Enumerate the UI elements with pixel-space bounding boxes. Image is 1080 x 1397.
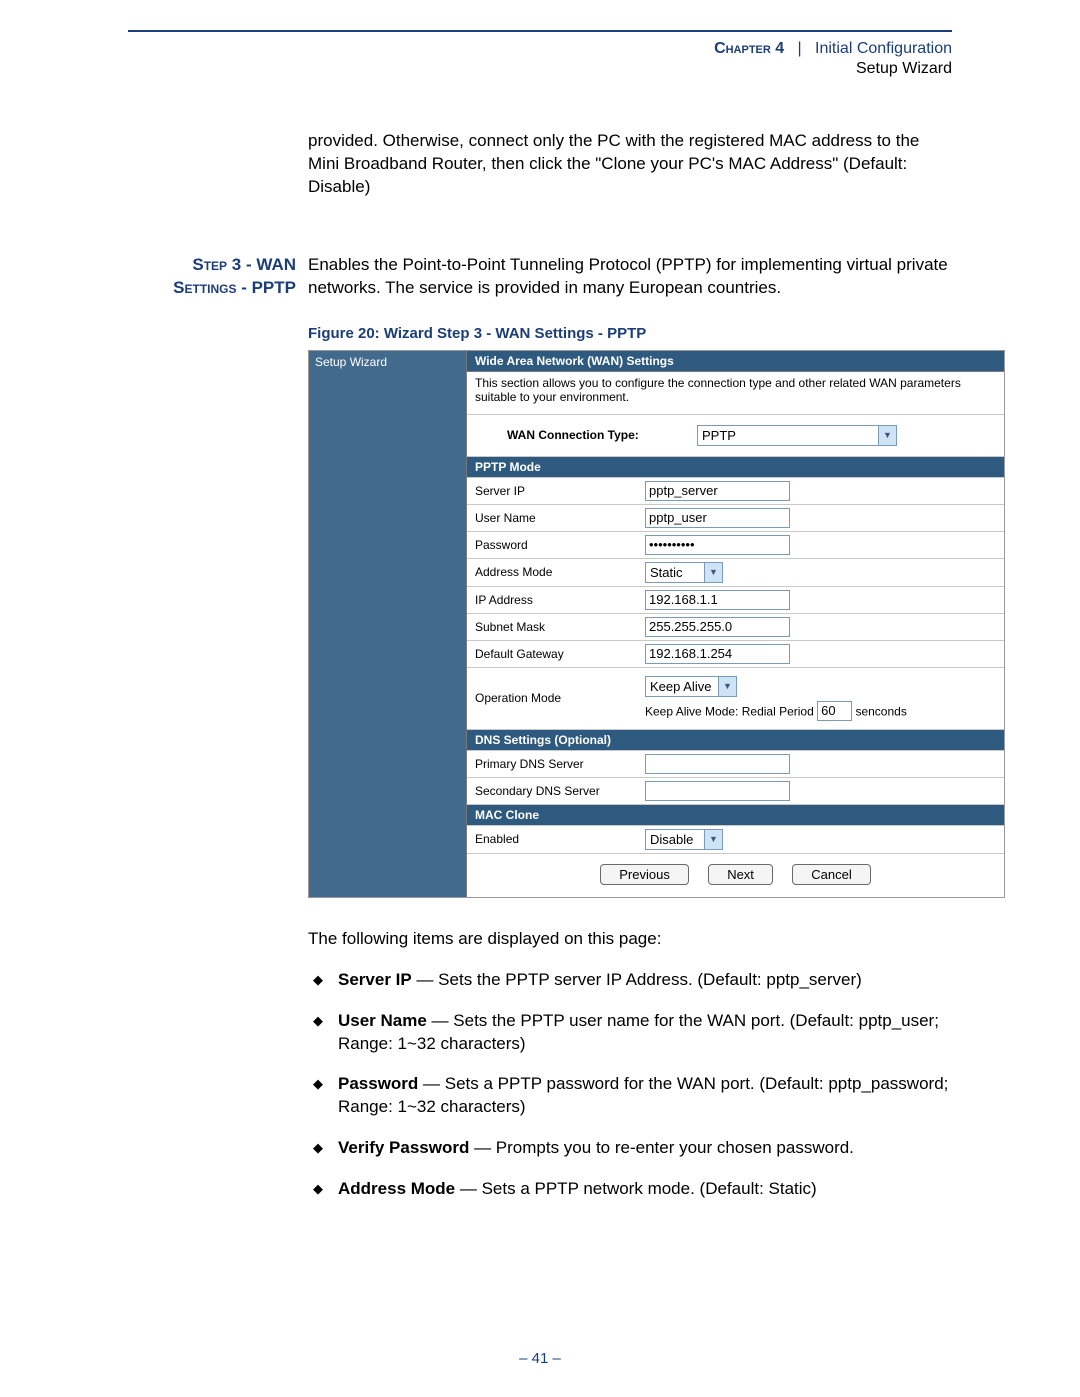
section-heading-line1: Step 3 - WAN: [192, 255, 296, 274]
item-desc: — Prompts you to re-enter your chosen pa…: [469, 1138, 854, 1157]
chevron-down-icon: ▼: [718, 677, 736, 696]
user-name-label: User Name: [475, 511, 645, 525]
chapter-title: Initial Configuration: [815, 40, 952, 57]
item-desc: — Sets the PPTP user name for the WAN po…: [338, 1011, 939, 1053]
pptp-mode-header: PPTP Mode: [467, 457, 1004, 478]
redial-period-text2: senconds: [852, 704, 907, 718]
item-desc: — Sets the PPTP server IP Address. (Defa…: [412, 970, 862, 989]
ip-address-label: IP Address: [475, 593, 645, 607]
wizard-sidebar: Setup Wizard: [309, 351, 467, 897]
wizard-screenshot: Setup Wizard Wide Area Network (WAN) Set…: [308, 350, 1005, 898]
wan-connection-type-value: PPTP: [698, 428, 878, 443]
mac-enabled-label: Enabled: [475, 832, 645, 846]
ip-address-input[interactable]: [645, 590, 790, 610]
wan-connection-type-label: WAN Connection Type:: [507, 428, 697, 442]
section-heading: Step 3 - WAN Settings - PPTP: [128, 254, 308, 300]
list-item: Server IP — Sets the PPTP server IP Addr…: [308, 969, 952, 992]
operation-mode-select[interactable]: Keep Alive ▼: [645, 676, 737, 697]
secondary-dns-input[interactable]: [645, 781, 790, 801]
mac-enabled-select[interactable]: Disable ▼: [645, 829, 723, 850]
items-intro: The following items are displayed on thi…: [308, 928, 952, 951]
operation-mode-value: Keep Alive: [646, 679, 718, 694]
primary-dns-label: Primary DNS Server: [475, 757, 645, 771]
list-item: Password — Sets a PPTP password for the …: [308, 1073, 952, 1119]
default-gateway-input[interactable]: [645, 644, 790, 664]
operation-mode-label: Operation Mode: [475, 691, 645, 705]
item-desc: — Sets a PPTP network mode. (Default: St…: [455, 1179, 817, 1198]
wan-connection-type-select[interactable]: PPTP ▼: [697, 425, 897, 446]
address-mode-select[interactable]: Static ▼: [645, 562, 723, 583]
item-term: Server IP: [338, 970, 412, 989]
item-list: Server IP — Sets the PPTP server IP Addr…: [308, 969, 952, 1202]
intro-paragraph: provided. Otherwise, connect only the PC…: [308, 130, 952, 199]
page-number: – 41 –: [0, 1350, 1080, 1367]
redial-period-input[interactable]: [817, 701, 852, 721]
chevron-down-icon: ▼: [878, 426, 896, 445]
subnet-mask-label: Subnet Mask: [475, 620, 645, 634]
section-heading-line2: Settings - PPTP: [173, 278, 296, 297]
chapter-label: Chapter 4: [714, 40, 784, 57]
address-mode-label: Address Mode: [475, 565, 645, 579]
default-gateway-label: Default Gateway: [475, 647, 645, 661]
list-item: User Name — Sets the PPTP user name for …: [308, 1010, 952, 1056]
item-term: Password: [338, 1074, 418, 1093]
section-body: Enables the Point-to-Point Tunneling Pro…: [308, 254, 952, 300]
item-desc: — Sets a PPTP password for the WAN port.…: [338, 1074, 948, 1116]
wan-settings-description: This section allows you to configure the…: [467, 372, 1004, 415]
address-mode-value: Static: [646, 565, 704, 580]
next-button[interactable]: Next: [708, 864, 773, 885]
header-sub: Setup Wizard: [714, 60, 952, 78]
wan-settings-title: Wide Area Network (WAN) Settings: [467, 351, 1004, 372]
chevron-down-icon: ▼: [704, 563, 722, 582]
figure-caption: Figure 20: Wizard Step 3 - WAN Settings …: [308, 325, 952, 342]
sidebar-item-setup-wizard[interactable]: Setup Wizard: [315, 355, 387, 369]
page-header: Chapter 4 | Initial Configuration Setup …: [714, 40, 952, 78]
primary-dns-input[interactable]: [645, 754, 790, 774]
redial-period-text1: Keep Alive Mode: Redial Period: [645, 704, 817, 718]
chapter-sep: |: [789, 40, 811, 57]
dns-settings-header: DNS Settings (Optional): [467, 730, 1004, 751]
server-ip-input[interactable]: [645, 481, 790, 501]
previous-button[interactable]: Previous: [600, 864, 689, 885]
item-term: User Name: [338, 1011, 427, 1030]
mac-enabled-value: Disable: [646, 832, 704, 847]
password-label: Password: [475, 538, 645, 552]
cancel-button[interactable]: Cancel: [792, 864, 870, 885]
user-name-input[interactable]: [645, 508, 790, 528]
chevron-down-icon: ▼: [704, 830, 722, 849]
item-term: Address Mode: [338, 1179, 455, 1198]
top-rule: [128, 30, 952, 32]
list-item: Address Mode — Sets a PPTP network mode.…: [308, 1178, 952, 1201]
server-ip-label: Server IP: [475, 484, 645, 498]
subnet-mask-input[interactable]: [645, 617, 790, 637]
mac-clone-header: MAC Clone: [467, 805, 1004, 826]
password-input[interactable]: [645, 535, 790, 555]
secondary-dns-label: Secondary DNS Server: [475, 784, 645, 798]
list-item: Verify Password — Prompts you to re-ente…: [308, 1137, 952, 1160]
item-term: Verify Password: [338, 1138, 469, 1157]
